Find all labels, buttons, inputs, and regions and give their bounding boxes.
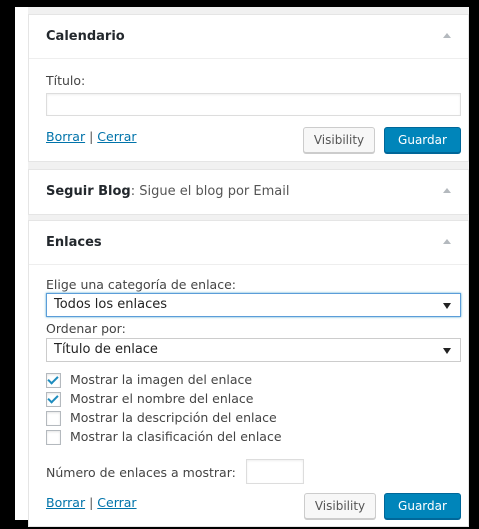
checkmark-icon (47, 373, 59, 385)
follow-blog-widget-title: Seguir Blog: Sigue el blog por Email (46, 184, 289, 199)
link-separator: | (89, 495, 94, 510)
collapse-arrow-icon[interactable] (443, 188, 451, 193)
count-input[interactable] (246, 459, 304, 484)
links-widget-header[interactable]: Enlaces (29, 221, 468, 265)
link-separator: | (89, 129, 94, 144)
category-label: Elige una categoría de enlace: (46, 277, 236, 292)
show-image-label: Mostrar la imagen del enlace (70, 372, 253, 387)
follow-blog-subtitle: : Sigue el blog por Email (130, 184, 290, 199)
title-input[interactable] (46, 93, 461, 116)
dropdown-caret-icon (443, 348, 451, 354)
category-select[interactable]: Todos los enlaces (46, 293, 461, 317)
follow-blog-widget-header[interactable]: Seguir Blog: Sigue el blog por Email (29, 170, 468, 214)
calendar-widget-links: Borrar | Cerrar (46, 129, 137, 144)
category-select-value: Todos los enlaces (54, 297, 168, 312)
close-link[interactable]: Cerrar (97, 129, 136, 144)
show-name-label: Mostrar el nombre del enlace (70, 391, 254, 406)
calendar-widget-header[interactable]: Calendario (29, 15, 468, 59)
checkmark-icon (47, 392, 59, 404)
show-description-label: Mostrar la descripción del enlace (70, 410, 277, 425)
save-button[interactable]: Guardar (384, 127, 461, 153)
close-link[interactable]: Cerrar (97, 495, 136, 510)
frame-left-border (0, 0, 15, 529)
calendar-widget-title: Calendario (46, 29, 125, 44)
visibility-button[interactable]: Visibility (303, 127, 375, 153)
save-button[interactable]: Guardar (384, 493, 461, 519)
delete-link[interactable]: Borrar (46, 495, 85, 510)
links-widget-title: Enlaces (46, 235, 102, 250)
show-rating-checkbox[interactable] (46, 430, 61, 445)
visibility-button[interactable]: Visibility (304, 493, 376, 519)
collapse-arrow-icon[interactable] (443, 33, 451, 38)
follow-blog-title-text: Seguir Blog (46, 184, 131, 199)
delete-link[interactable]: Borrar (46, 129, 85, 144)
dropdown-caret-icon (443, 303, 451, 309)
show-name-checkbox[interactable] (46, 392, 61, 407)
title-field-label: Título: (46, 73, 86, 88)
collapse-arrow-icon[interactable] (443, 239, 451, 244)
show-rating-label: Mostrar la clasificación del enlace (70, 429, 282, 444)
order-select[interactable]: Título de enlace (46, 338, 461, 362)
order-select-value: Título de enlace (54, 342, 158, 357)
frame-right-border (469, 0, 479, 529)
calendar-widget: Calendario Título: Borrar | Cerrar Visib… (28, 14, 469, 162)
count-label: Número de enlaces a mostrar: (46, 465, 236, 480)
show-image-checkbox[interactable] (46, 373, 61, 388)
order-label: Ordenar por: (46, 321, 126, 336)
links-widget: Enlaces Elige una categoría de enlace: T… (28, 220, 469, 527)
widget-sidebar: Calendario Título: Borrar | Cerrar Visib… (28, 7, 469, 527)
show-description-checkbox[interactable] (46, 411, 61, 426)
links-widget-links: Borrar | Cerrar (46, 495, 137, 510)
follow-blog-widget: Seguir Blog: Sigue el blog por Email (28, 169, 469, 215)
frame-top-border (0, 0, 479, 7)
